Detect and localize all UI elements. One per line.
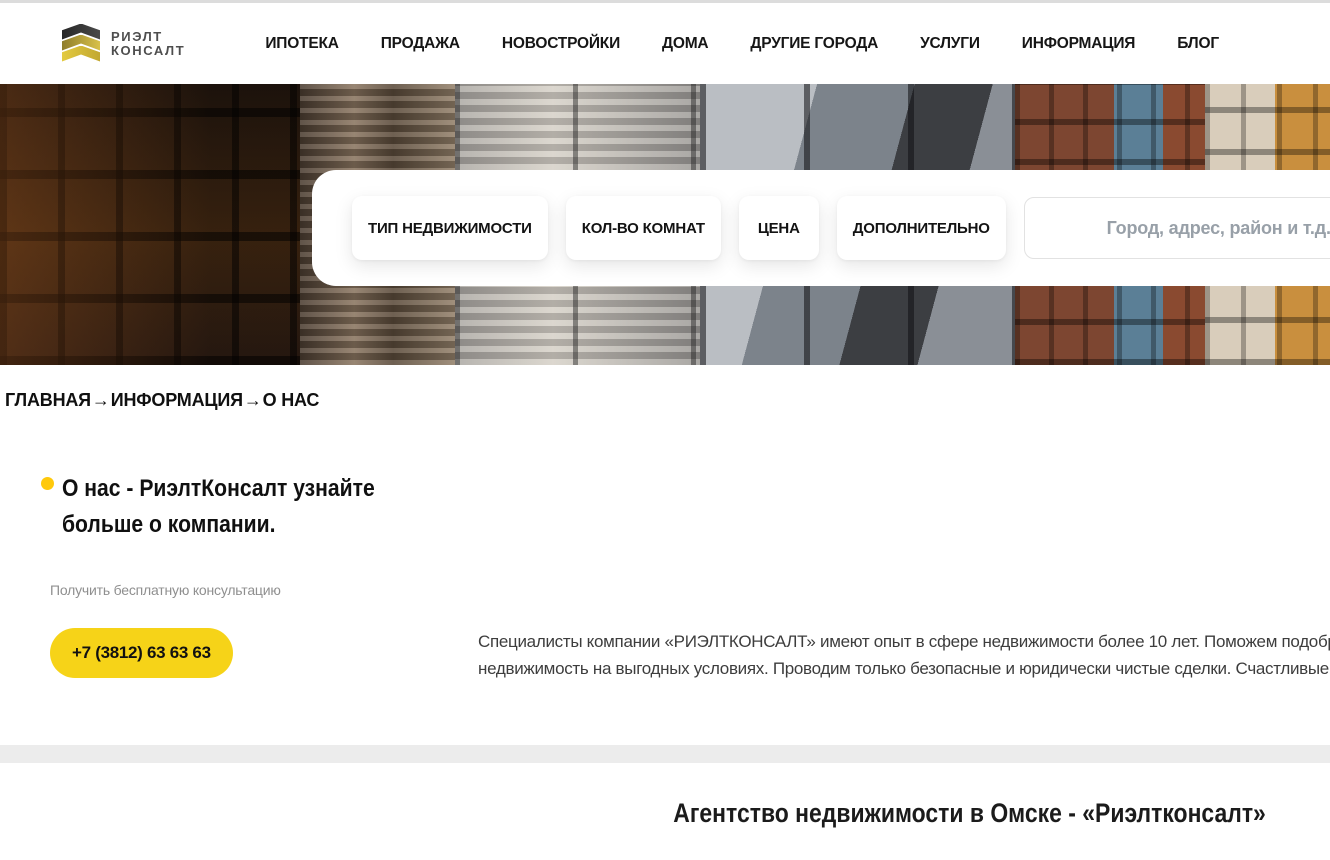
filter-rooms-button[interactable]: КОЛ-ВО КОМНАТ — [566, 196, 721, 260]
brand-chevrons-icon — [62, 23, 102, 65]
bullet-icon — [41, 477, 54, 490]
about-paragraph-line2: недвижимость на выгодных условиях. Прово… — [478, 655, 1330, 682]
brand-name: РИЭЛТ КОНСАЛТ — [111, 30, 185, 58]
browser-viewport: РИЭЛТ КОНСАЛТ ИПОТЕКА ПРОДАЖА НОВОСТРОЙК… — [0, 0, 1330, 860]
phone-button[interactable]: +7 (3812) 63 63 63 — [50, 628, 233, 678]
section-divider — [0, 745, 1330, 763]
breadcrumb-current: О НАС — [263, 390, 320, 411]
breadcrumb-information[interactable]: ИНФОРМАЦИЯ — [111, 390, 243, 411]
breadcrumb-arrow-icon: → — [92, 390, 110, 411]
nav-item-other-cities[interactable]: ДРУГИЕ ГОРОДА — [750, 35, 878, 53]
about-paragraph: Специалисты компании «РИЭЛТКОНСАЛТ» имею… — [478, 628, 1330, 682]
page: РИЭЛТ КОНСАЛТ ИПОТЕКА ПРОДАЖА НОВОСТРОЙК… — [0, 0, 1330, 860]
nav-item-sale[interactable]: ПРОДАЖА — [381, 35, 460, 53]
breadcrumb: ГЛАВНАЯ → ИНФОРМАЦИЯ → О НАС — [5, 390, 319, 411]
consultation-label: Получить бесплатную консультацию — [50, 582, 281, 598]
location-search-input[interactable] — [1024, 197, 1330, 259]
nav-item-blog[interactable]: БЛОГ — [1177, 35, 1219, 53]
header: РИЭЛТ КОНСАЛТ ИПОТЕКА ПРОДАЖА НОВОСТРОЙК… — [0, 3, 1330, 84]
brand-name-line1: РИЭЛТ — [111, 30, 185, 44]
filter-property-type-button[interactable]: ТИП НЕДВИЖИМОСТИ — [352, 196, 548, 260]
nav-item-houses[interactable]: ДОМА — [662, 35, 708, 53]
nav-item-information[interactable]: ИНФОРМАЦИЯ — [1022, 35, 1135, 53]
main-nav: ИПОТЕКА ПРОДАЖА НОВОСТРОЙКИ ДОМА ДРУГИЕ … — [265, 35, 1219, 53]
hero-building-dark-facade — [0, 84, 300, 365]
nav-item-new-buildings[interactable]: НОВОСТРОЙКИ — [502, 35, 620, 53]
nav-item-mortgage[interactable]: ИПОТЕКА — [265, 35, 338, 53]
hero-banner: ТИП НЕДВИЖИМОСТИ КОЛ-ВО КОМНАТ ЦЕНА ДОПО… — [0, 84, 1330, 365]
filter-additional-button[interactable]: ДОПОЛНИТЕЛЬНО — [837, 196, 1006, 260]
brand-name-line2: КОНСАЛТ — [111, 44, 185, 58]
filter-price-button[interactable]: ЦЕНА — [739, 196, 819, 260]
brand-logo[interactable]: РИЭЛТ КОНСАЛТ — [62, 23, 185, 65]
nav-item-services[interactable]: УСЛУГИ — [920, 35, 980, 53]
about-paragraph-line1: Специалисты компании «РИЭЛТКОНСАЛТ» имею… — [478, 628, 1330, 655]
page-title-line1: О нас - РиэлтКонсалт узнайте — [62, 471, 375, 507]
agency-heading: Агентство недвижимости в Омске - «Риэлтк… — [0, 798, 1330, 829]
page-title: О нас - РиэлтКонсалт узнайте больше о ко… — [62, 471, 417, 543]
breadcrumb-home[interactable]: ГЛАВНАЯ — [5, 390, 91, 411]
breadcrumb-arrow-icon: → — [244, 390, 262, 411]
search-panel: ТИП НЕДВИЖИМОСТИ КОЛ-ВО КОМНАТ ЦЕНА ДОПО… — [312, 170, 1330, 286]
page-title-line2: больше о компании. — [62, 507, 375, 543]
